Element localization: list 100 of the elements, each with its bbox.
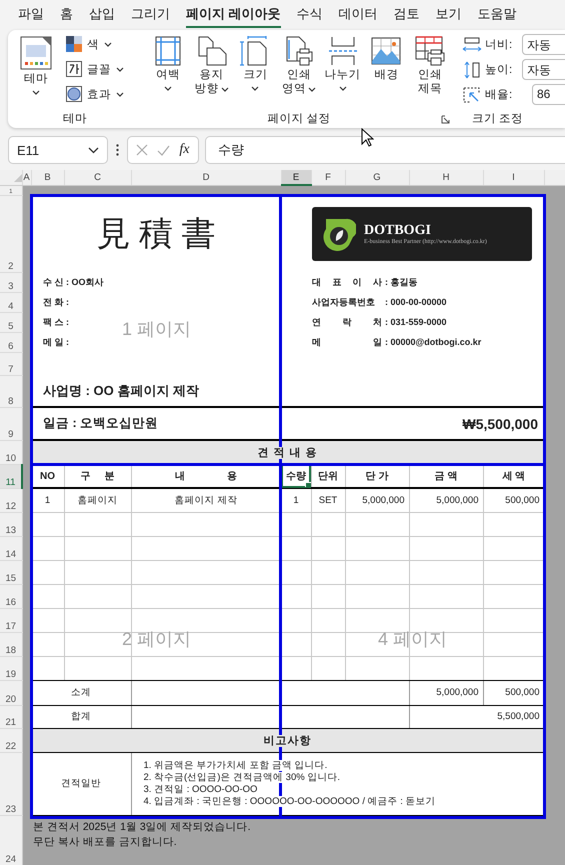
landscape-picture-icon <box>371 36 402 66</box>
print-area-icon <box>285 36 314 66</box>
height-icon <box>462 60 482 78</box>
row-header[interactable]: 15 <box>0 560 22 584</box>
menu-tab[interactable]: 삽입 <box>89 2 115 28</box>
logo-icon <box>322 217 356 251</box>
column-heading: 단위 <box>311 464 345 488</box>
total-amount: ₩5,500,000 <box>462 416 538 432</box>
menu-tab[interactable]: 수식 <box>296 2 323 28</box>
scale-field[interactable]: 자동 <box>522 34 565 55</box>
supplier-label: 메 일 <box>312 336 382 348</box>
menu-tab[interactable]: 그리기 <box>131 2 170 28</box>
document-title: 見 積 書 <box>96 216 216 252</box>
table-cell: 홈페이지 <box>64 488 131 512</box>
caret-icon <box>251 86 260 92</box>
column-header[interactable]: H <box>409 170 483 185</box>
amount-in-words: 일금 : 오백오십만원 <box>43 416 158 430</box>
table-cell: 500,000 <box>483 488 544 512</box>
supplier-value: : 031-559-0000 <box>385 316 447 326</box>
table-cell: 500,000 <box>483 680 544 705</box>
fonts-button[interactable]: 글꼴 <box>66 59 124 79</box>
row-header[interactable]: 9 <box>0 407 22 440</box>
column-header[interactable]: E <box>281 170 311 185</box>
row-header[interactable]: 23 <box>0 752 22 815</box>
row-header[interactable]: 10 <box>0 440 22 464</box>
scale-field[interactable]: 자동 <box>522 59 565 80</box>
page-break-icon <box>328 36 358 66</box>
page-number-label: 2 페이지 <box>122 628 192 651</box>
row-header[interactable]: 18 <box>0 632 22 656</box>
row-header[interactable]: 22 <box>0 728 22 752</box>
menu-tab[interactable]: 페이지 레이아웃 <box>186 2 281 28</box>
menu-tab[interactable]: 파일 <box>18 2 44 28</box>
row-header[interactable]: 14 <box>0 536 22 560</box>
recipient-line: 수 신 : OO회사 <box>43 276 104 286</box>
footer-note: 본 견적서 2025년 1월 3일에 제작되었습니다. <box>33 820 252 834</box>
table-cell: 5,000,000 <box>409 680 483 705</box>
row-header[interactable]: 16 <box>0 584 22 608</box>
theme-icon <box>20 36 52 70</box>
scale-field[interactable]: 86 <box>532 84 565 105</box>
row-header[interactable]: 20 <box>0 680 22 705</box>
column-header[interactable]: G <box>345 170 409 185</box>
name-box[interactable]: E11 <box>8 136 108 164</box>
table-cell: 1 <box>31 488 64 512</box>
field-label: 높이: <box>485 63 514 77</box>
caret-icon <box>164 86 172 92</box>
insert-function-button[interactable]: fx <box>179 142 190 158</box>
row-header[interactable]: 12 <box>0 488 22 512</box>
caret-icon <box>308 86 316 92</box>
table-cell: 5,000,000 <box>345 488 409 512</box>
column-heading: 금 액 <box>409 464 483 488</box>
column-header[interactable]: F <box>311 170 345 185</box>
column-header[interactable]: D <box>131 170 281 185</box>
menu-tab[interactable]: 검토 <box>394 2 420 28</box>
dialog-launcher-icon[interactable] <box>441 115 450 124</box>
footer-note: 무단 복사 배포를 금지합니다. <box>33 834 178 850</box>
more-options-icon[interactable] <box>116 144 119 156</box>
row-header[interactable]: 17 <box>0 608 22 632</box>
menu-tab[interactable]: 보기 <box>436 2 462 28</box>
width-icon <box>462 36 482 52</box>
column-header[interactable]: B <box>31 170 64 185</box>
row-header[interactable]: 8 <box>0 375 22 407</box>
color-palette-icon <box>66 36 82 52</box>
row-header[interactable]: 4 <box>0 292 22 312</box>
recipient-line: 전 화 : <box>43 296 69 306</box>
menu-tab[interactable]: 홈 <box>60 2 73 28</box>
supplier-value: : 홍길동 <box>385 276 418 286</box>
menu-tab[interactable]: 데이터 <box>338 2 378 28</box>
column-heading: 단 가 <box>345 464 409 488</box>
menu-tab[interactable]: 도움말 <box>478 2 517 28</box>
row-header[interactable]: 7 <box>0 352 22 375</box>
effects-icon <box>66 86 82 102</box>
supplier-label: 연 락 처 <box>312 316 382 328</box>
column-header[interactable]: C <box>64 170 131 185</box>
table-cell: 홈페이지 제작 <box>131 488 281 512</box>
supplier-value: : 00000@dotbogi.co.kr <box>385 336 482 346</box>
column-heading: 구 분 <box>64 464 131 488</box>
supplier-label: 대 표 이 사 <box>312 276 382 288</box>
supplier-label: 사업자등록번호 <box>312 296 376 308</box>
effects-button[interactable]: 효과 <box>66 84 124 104</box>
recipient-line: 팩 스 : <box>43 316 69 326</box>
group-label: 페이지 설정 <box>267 112 331 126</box>
row-header[interactable]: 6 <box>0 332 22 352</box>
row-header[interactable]: 19 <box>0 656 22 680</box>
column-header[interactable]: I <box>483 170 544 185</box>
row-header[interactable]: 24 <box>0 815 22 865</box>
row-header[interactable]: 13 <box>0 512 22 536</box>
row-header[interactable]: 2 <box>0 195 22 272</box>
row-header[interactable]: 3 <box>0 272 22 292</box>
row-header[interactable]: 11 <box>0 464 22 488</box>
caret-icon <box>88 146 99 154</box>
formula-field[interactable]: 수량 <box>205 136 565 164</box>
supplier-value: : 000-00-00000 <box>385 296 447 306</box>
recipient-line: 메 일 : <box>43 336 69 346</box>
column-heading: 내 용 <box>131 464 281 488</box>
row-header[interactable]: 21 <box>0 705 22 728</box>
row-header[interactable]: 5 <box>0 312 22 332</box>
margins-icon <box>154 36 181 66</box>
group-label: 테마 <box>63 112 87 126</box>
table-cell: 합계 <box>31 705 131 728</box>
caret-icon <box>338 86 347 92</box>
